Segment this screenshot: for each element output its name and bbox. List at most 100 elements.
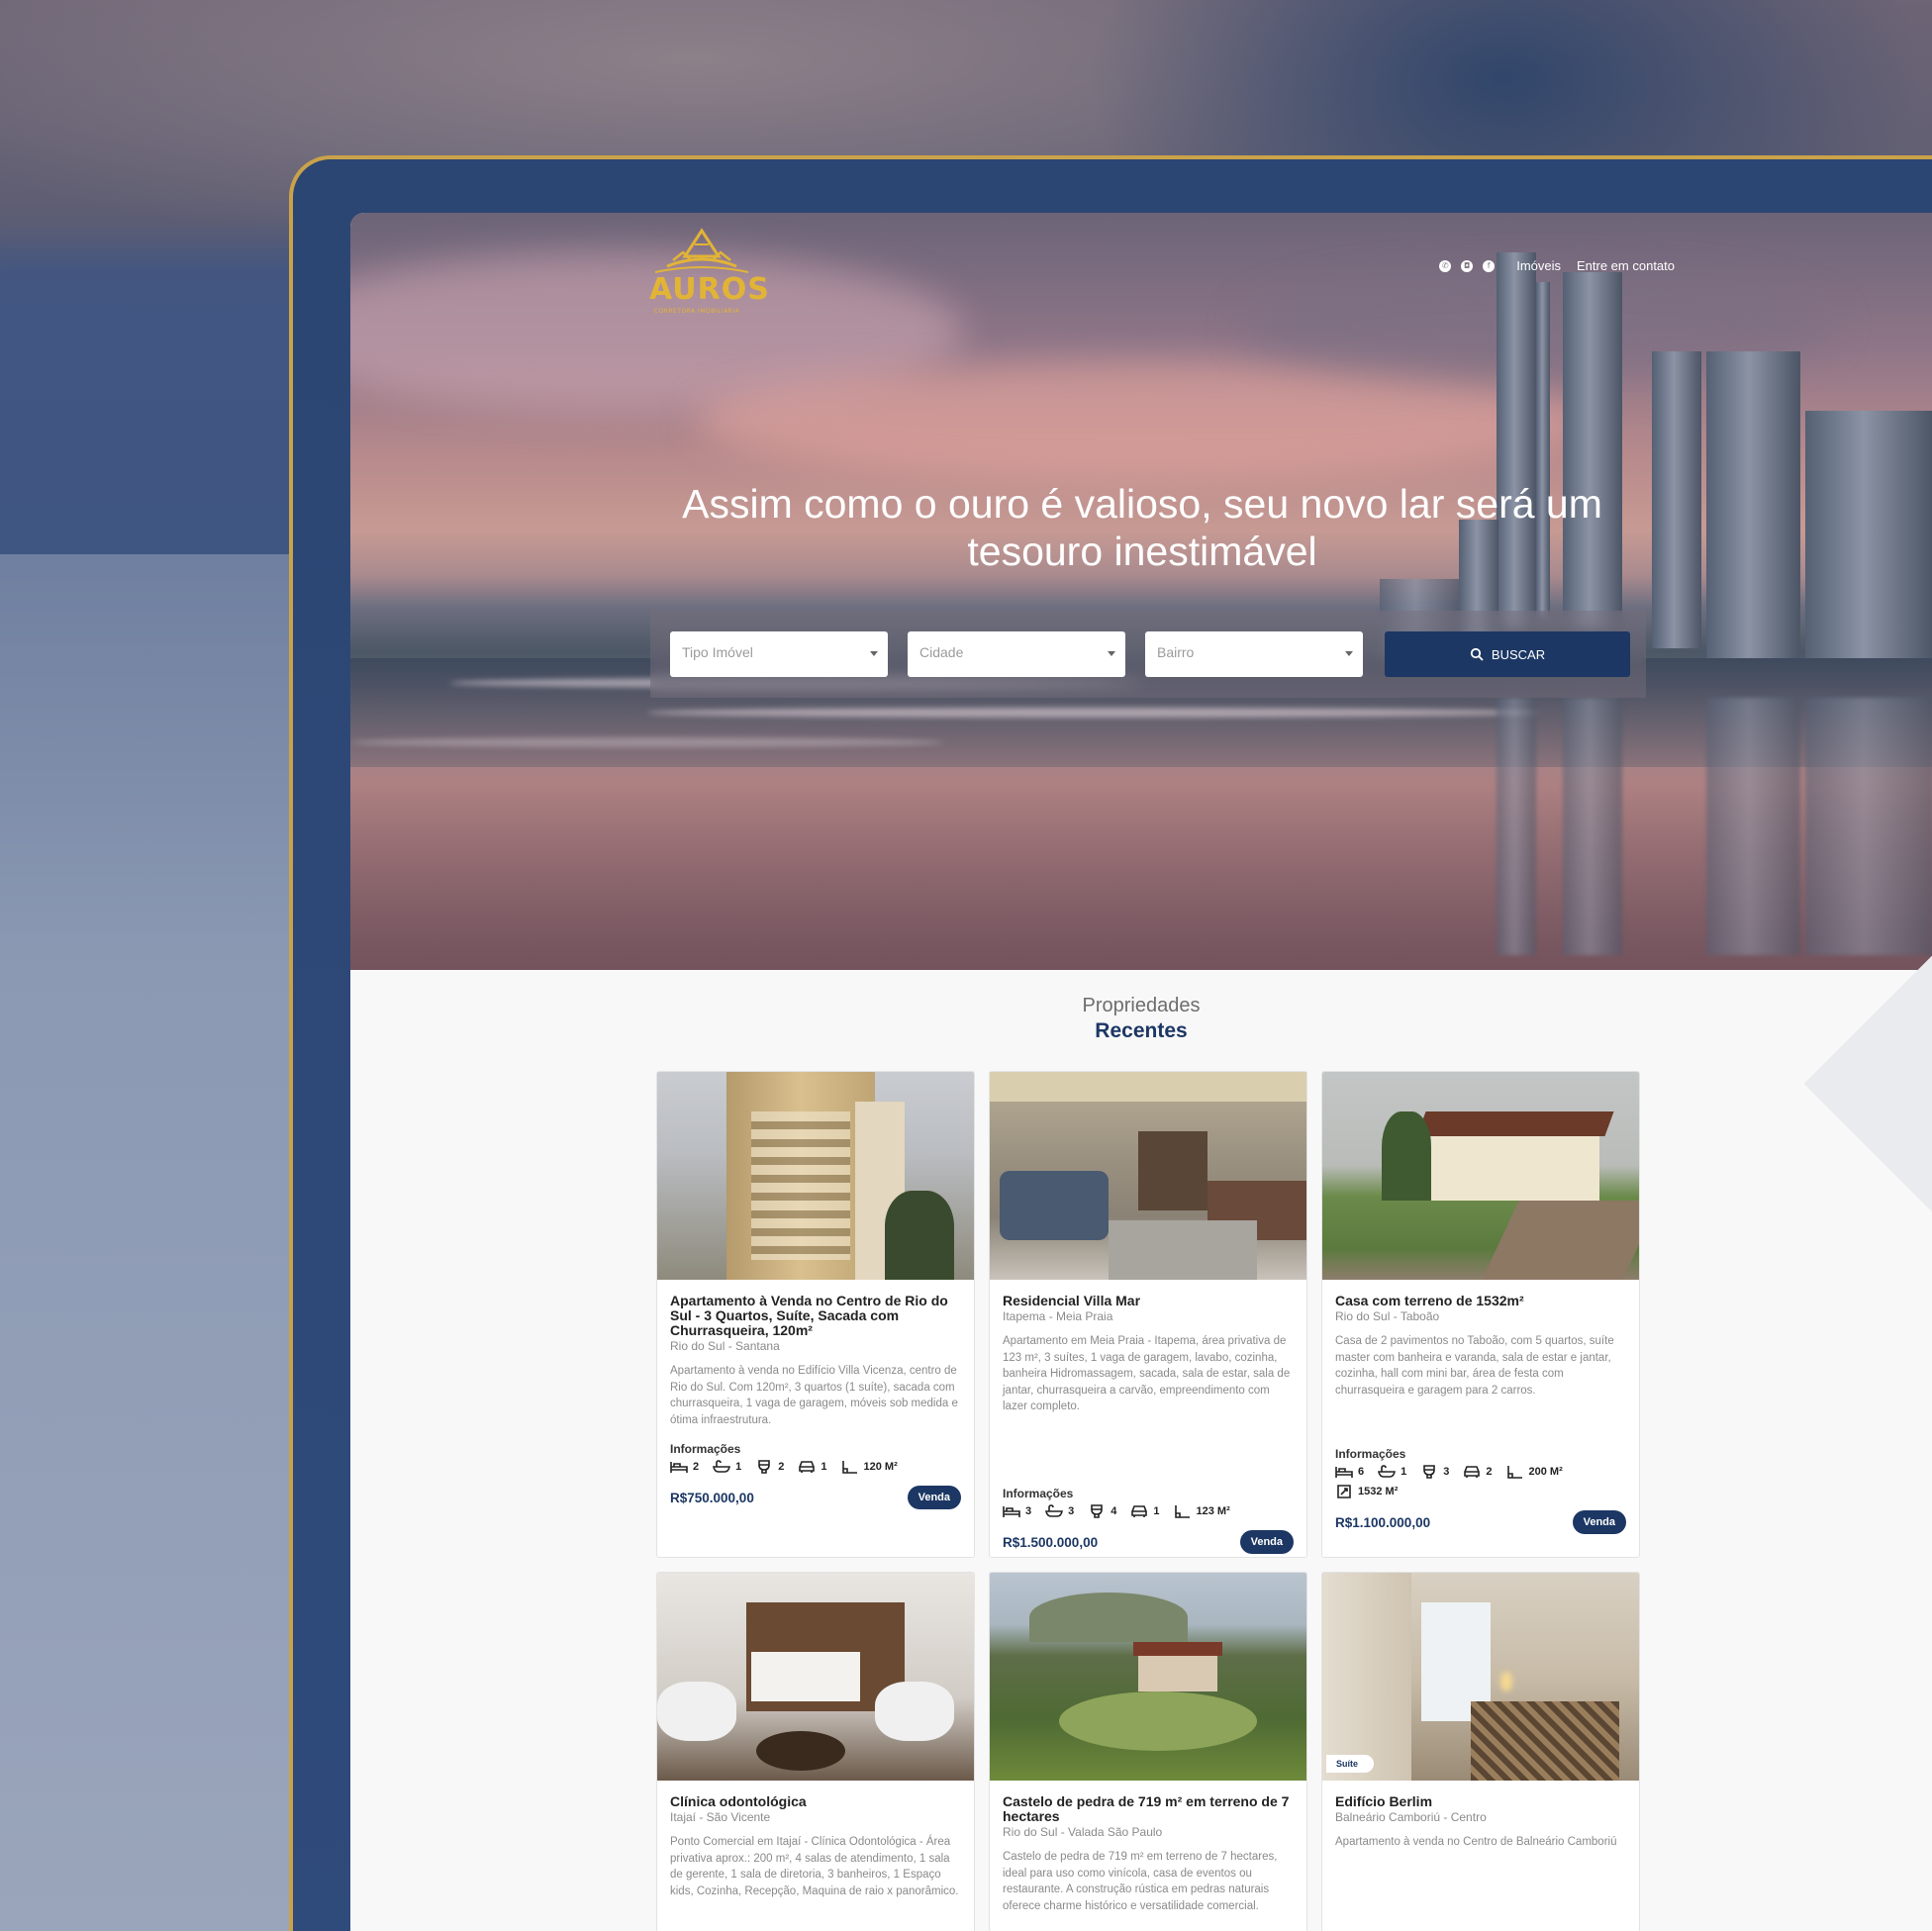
car-icon [1131,1505,1148,1517]
property-features: 2 1 2 1 120 M² [670,1460,961,1474]
feature-value: 1 [1153,1505,1160,1517]
car-icon [799,1461,816,1473]
property-photo[interactable] [990,1072,1306,1280]
property-title[interactable]: Casa com terreno de 1532m² [1335,1294,1626,1308]
feature-value: 1532 M² [1358,1486,1399,1497]
chevron-down-icon [1345,651,1353,656]
bairro-select[interactable]: Bairro [1145,631,1363,677]
bed-icon [1335,1467,1353,1478]
info-label: Informações [1335,1447,1406,1461]
feature-value: 2 [693,1461,700,1473]
parking-feature: 2 [1463,1465,1493,1479]
bathtub-icon [1045,1504,1064,1517]
feature-value: 123 M² [1196,1505,1230,1517]
parking-feature: 1 [1130,1504,1160,1518]
property-location: Rio do Sul - Taboão [1335,1309,1440,1323]
bed-icon [1003,1506,1020,1517]
property-location: Rio do Sul - Santana [670,1339,780,1353]
property-title[interactable]: Residencial Villa Mar [1003,1294,1294,1308]
property-price: R$1.500.000,00 [1003,1534,1099,1550]
property-title[interactable]: Edifício Berlim [1335,1794,1626,1809]
property-title[interactable]: Apartamento à Venda no Centro de Rio do … [670,1294,961,1338]
property-card[interactable]: Casa com terreno de 1532m² Rio do Sul - … [1321,1071,1640,1558]
nav-link-imoveis[interactable]: Imóveis [1516,258,1561,273]
feature-value: 1 [1401,1466,1407,1478]
property-photo[interactable] [657,1072,974,1280]
sale-tag[interactable]: Venda [907,1486,961,1509]
property-card[interactable]: Castelo de pedra de 719 m² em terreno de… [989,1572,1307,1931]
bedrooms-feature: 2 [670,1460,699,1474]
section-title-top: Propriedades [1082,995,1201,1016]
property-card[interactable]: Suíte Edifício Berlim Balneário Camboriú… [1321,1572,1640,1931]
property-card[interactable]: Residencial Villa Mar Itapema - Meia Pra… [989,1071,1307,1558]
property-title[interactable]: Clínica odontológica [670,1794,961,1809]
tipo-imovel-select[interactable]: Tipo Imóvel [670,631,888,677]
property-photo[interactable] [990,1573,1306,1781]
property-card[interactable]: Clínica odontológica Itajaí - São Vicent… [656,1572,975,1931]
sale-tag[interactable]: Venda [1239,1530,1294,1554]
sale-tag[interactable]: Venda [1572,1510,1626,1534]
info-label: Informações [1003,1487,1074,1500]
property-description: Apartamento à venda no Centro de Balneár… [1335,1836,1617,1848]
property-card[interactable]: Apartamento à Venda no Centro de Rio do … [656,1071,975,1558]
area-feature: 200 M² [1506,1465,1563,1479]
toilet-feature: 2 [755,1460,784,1474]
select-placeholder: Bairro [1157,644,1195,660]
property-location: Rio do Sul - Valada São Paulo [1003,1825,1163,1839]
section-title-bottom: Recentes [1095,1019,1188,1042]
hero-title-line-1: Assim como o ouro é valioso, seu novo la… [682,481,1602,527]
property-description: Ponto Comercial em Itajaí - Clínica Odon… [670,1836,959,1897]
suite-badge: Suíte [1326,1755,1375,1773]
brand-name: AUROS [649,272,770,307]
feature-value: 4 [1111,1505,1117,1517]
top-nav: ✆ ◘ f Imóveis Entre em contato [1439,258,1675,273]
land-area-icon [1337,1485,1351,1498]
cidade-select[interactable]: Cidade [908,631,1125,677]
nav-link-contato[interactable]: Entre em contato [1577,258,1675,273]
property-features: 6 1 3 2 200 M² 1532 M² [1335,1465,1626,1498]
ruler-icon [841,1461,857,1474]
property-location: Itapema - Meia Praia [1003,1309,1113,1323]
search-button[interactable]: BUSCAR [1385,631,1630,677]
facebook-icon[interactable]: f [1483,259,1496,272]
feature-value: 3 [1025,1505,1032,1517]
ruler-icon [1506,1466,1522,1479]
feature-value: 1 [735,1461,742,1473]
hero-title: Assim como o ouro é valioso, seu novo la… [637,480,1647,575]
search-icon [1470,647,1484,661]
feature-value: 2 [778,1461,785,1473]
select-placeholder: Cidade [919,644,964,660]
property-photo[interactable]: Suíte [1322,1573,1639,1781]
hero-banner: AUROS CORRETORA IMOBILIÁRIA ✆ ◘ f Imóvei… [350,213,1932,970]
property-title[interactable]: Castelo de pedra de 719 m² em terreno de… [1003,1794,1294,1824]
property-photo[interactable] [657,1573,974,1781]
bathtub-feature: 3 [1045,1504,1074,1518]
toilet-icon [1423,1465,1436,1479]
area-feature: 120 M² [841,1460,898,1474]
search-panel: Tipo Imóvel Cidade Bairro BUSCAR [650,611,1646,698]
parking-feature: 1 [798,1460,827,1474]
area-feature: 123 M² [1174,1504,1230,1518]
feature-value: 1 [821,1461,827,1473]
bedrooms-feature: 3 [1003,1504,1031,1518]
info-label: Informações [670,1442,741,1456]
ruler-icon [1174,1505,1190,1518]
instagram-icon[interactable]: ◘ [1461,259,1474,272]
section-title: Propriedades Recentes [350,995,1932,1043]
select-placeholder: Tipo Imóvel [682,644,753,660]
land-area-feature: 1532 M² [1335,1485,1398,1498]
feature-value: 2 [1486,1466,1493,1478]
feature-value: 200 M² [1528,1466,1563,1478]
property-photo[interactable] [1322,1072,1639,1280]
bathtub-feature: 1 [713,1460,741,1474]
property-description: Apartamento à venda no Edifício Villa Vi… [670,1365,958,1426]
car-icon [1464,1466,1481,1478]
property-location: Balneário Camboriú - Centro [1335,1810,1487,1824]
whatsapp-icon[interactable]: ✆ [1439,259,1452,272]
bathtub-icon [1378,1465,1397,1478]
property-features: 3 3 4 1 123 M² [1003,1504,1294,1518]
bathtub-feature: 1 [1378,1465,1406,1479]
property-description: Casa de 2 pavimentos no Taboão, com 5 qu… [1335,1335,1614,1397]
property-price: R$750.000,00 [670,1490,754,1505]
website-screen: AUROS CORRETORA IMOBILIÁRIA ✆ ◘ f Imóvei… [350,213,1932,1931]
